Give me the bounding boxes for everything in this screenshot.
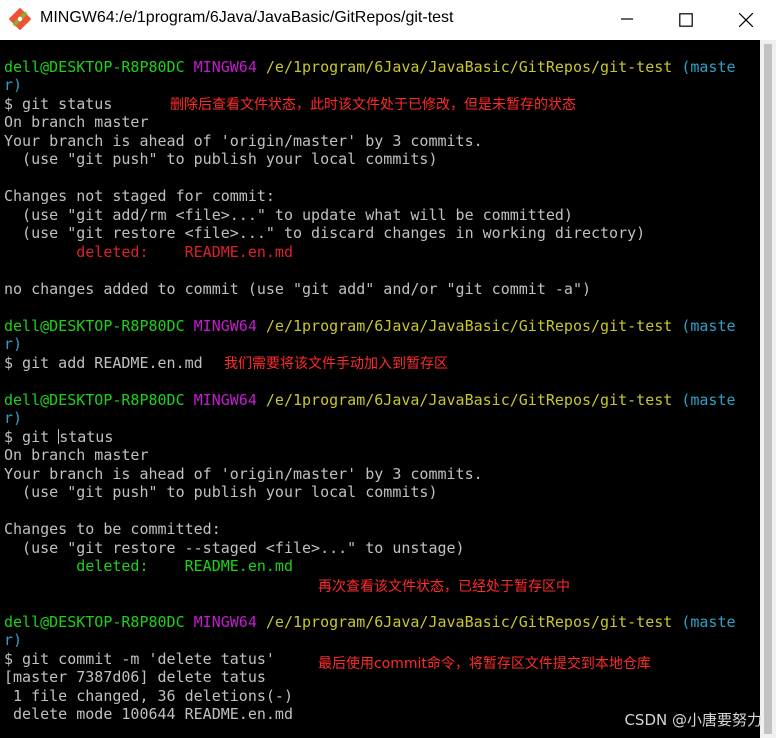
output-line: (use "git push" to publish your local co… <box>4 483 438 501</box>
prompt-user-host: dell@DESKTOP-R8P80DC <box>4 613 185 631</box>
prompt-shell: MINGW64 <box>193 391 257 409</box>
prompt-line: dell@DESKTOP-R8P80DC MINGW64 /e/1program… <box>4 613 736 631</box>
prompt-shell: MINGW64 <box>193 613 257 631</box>
deleted-file-staged: deleted: README.en.md <box>4 557 293 575</box>
output-line: Your branch is ahead of 'origin/master' … <box>4 132 483 150</box>
prompt-line: dell@DESKTOP-R8P80DC MINGW64 /e/1program… <box>4 317 736 335</box>
scrollbar-thumb[interactable] <box>764 44 772 734</box>
command-line: $ git add README.en.md <box>4 354 203 372</box>
terminal-output[interactable]: dell@DESKTOP-R8P80DC MINGW64 /e/1program… <box>0 40 760 738</box>
minimize-button[interactable] <box>604 0 650 40</box>
command-suffix: status <box>59 428 114 446</box>
output-line: Changes not staged for commit: <box>4 187 275 205</box>
prompt-shell: MINGW64 <box>193 58 257 76</box>
prompt-branch-wrap: r) <box>4 409 23 427</box>
prompt-user-host: dell@DESKTOP-R8P80DC <box>4 391 185 409</box>
output-line: On branch master <box>4 446 149 464</box>
prompt-branch: (maste <box>681 613 736 631</box>
output-line: Your branch is ahead of 'origin/master' … <box>4 465 483 483</box>
window-title: MINGW64:/e/1program/6Java/JavaBasic/GitR… <box>40 9 454 26</box>
title-bar: MINGW64:/e/1program/6Java/JavaBasic/GitR… <box>0 0 776 41</box>
prompt-branch: (maste <box>681 317 736 335</box>
prompt-path: /e/1program/6Java/JavaBasic/GitRepos/git… <box>265 391 673 409</box>
prompt-branch-wrap: r) <box>4 335 23 353</box>
close-button[interactable] <box>722 0 768 40</box>
prompt-shell: MINGW64 <box>193 317 257 335</box>
prompt-branch-wrap: r) <box>4 631 23 649</box>
output-line: (use "git restore --staged <file>..." to… <box>4 539 465 557</box>
output-line: no changes added to commit (use "git add… <box>4 280 591 298</box>
command-line: $ git commit -m 'delete tatus' <box>4 650 275 668</box>
annotation-note: 再次查看该文件状态，已经处于暂存区中 <box>318 579 570 595</box>
annotation-note: 删除后查看文件状态，此时该文件处于已修改，但是未暂存的状态 <box>170 97 576 113</box>
prompt-branch: (maste <box>681 58 736 76</box>
output-line: On branch master <box>4 113 149 131</box>
command-prefix: $ git <box>4 428 59 446</box>
close-icon <box>739 13 753 27</box>
prompt-branch: (maste <box>681 391 736 409</box>
output-line: (use "git add/rm <file>..." to update wh… <box>4 206 573 224</box>
maximize-button[interactable] <box>662 0 708 40</box>
output-line: (use "git restore <file>..." to discard … <box>4 224 646 242</box>
deleted-file-unstaged: deleted: README.en.md <box>4 243 293 261</box>
prompt-branch-wrap: r) <box>4 76 23 94</box>
watermark: CSDN @小唐要努力 <box>624 711 762 729</box>
annotation-note: 最后使用commit命令，将暂存区文件提交到本地仓库 <box>318 656 651 672</box>
maximize-icon <box>679 13 693 27</box>
prompt-user-host: dell@DESKTOP-R8P80DC <box>4 317 185 335</box>
git-bash-icon <box>8 7 32 31</box>
output-line: (use "git push" to publish your local co… <box>4 150 438 168</box>
prompt-line: dell@DESKTOP-R8P80DC MINGW64 /e/1program… <box>4 391 736 409</box>
prompt-path: /e/1program/6Java/JavaBasic/GitRepos/git… <box>265 613 673 631</box>
command-line: $ git status <box>4 428 113 446</box>
output-line: 1 file changed, 36 deletions(-) <box>4 687 293 705</box>
annotation-note: 我们需要将该文件手动加入到暂存区 <box>224 356 448 372</box>
prompt-line: dell@DESKTOP-R8P80DC MINGW64 /e/1program… <box>4 58 736 76</box>
prompt-path: /e/1program/6Java/JavaBasic/GitRepos/git… <box>265 317 673 335</box>
vertical-scrollbar[interactable] <box>760 40 776 738</box>
prompt-user-host: dell@DESKTOP-R8P80DC <box>4 58 185 76</box>
output-line: delete mode 100644 README.en.md <box>4 705 293 723</box>
output-line: Changes to be committed: <box>4 520 221 538</box>
prompt-path: /e/1program/6Java/JavaBasic/GitRepos/git… <box>265 58 673 76</box>
output-line: [master 7387d06] delete tatus <box>4 668 266 686</box>
minimize-icon <box>621 18 633 20</box>
command-line: $ git status <box>4 95 113 113</box>
